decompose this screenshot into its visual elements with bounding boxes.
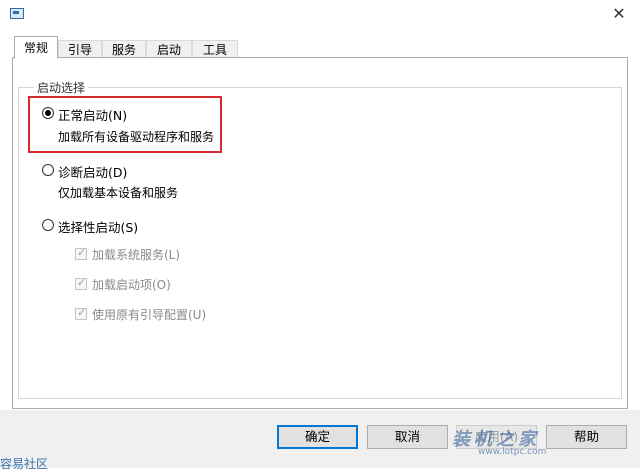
diagnostic-startup-label[interactable]: 诊断启动(D)	[58, 162, 127, 181]
help-button[interactable]: 帮助	[546, 425, 627, 449]
selective-startup-label[interactable]: 选择性启动(S)	[58, 217, 138, 236]
close-icon[interactable]: ✕	[608, 3, 630, 25]
load-system-services-checkbox[interactable]	[75, 246, 87, 260]
load-startup-items-checkbox[interactable]	[75, 276, 87, 290]
selective-startup-radio[interactable]	[42, 219, 54, 231]
startup-selection-title: 启动选择	[34, 79, 89, 96]
bottom-left-caption: 容易社区	[0, 457, 49, 471]
load-system-services-label: 加载系统服务(L)	[92, 248, 181, 262]
diagnostic-startup-radio[interactable]	[42, 164, 54, 176]
tab-general[interactable]: 常规	[14, 36, 58, 59]
normal-startup-description: 加载所有设备驱动程序和服务	[58, 130, 215, 144]
diagnostic-startup-description: 仅加载基本设备和服务	[58, 186, 179, 200]
normal-startup-label[interactable]: 正常启动(N)	[58, 105, 127, 124]
tab-strip: 常规 引导 服务 启动 工具	[0, 36, 640, 59]
use-original-boot-config-checkbox[interactable]	[75, 306, 87, 320]
title-bar: ✕	[0, 0, 640, 30]
msconfig-app-icon	[10, 8, 24, 19]
use-original-boot-config-label: 使用原有引导配置(U)	[92, 308, 207, 322]
load-startup-items-label: 加载启动项(O)	[92, 278, 171, 292]
cancel-button[interactable]: 取消	[367, 425, 448, 449]
ok-button[interactable]: 确定	[277, 425, 358, 449]
normal-startup-radio[interactable]	[42, 107, 54, 119]
watermark-url: www.lotpc.com	[478, 447, 547, 457]
